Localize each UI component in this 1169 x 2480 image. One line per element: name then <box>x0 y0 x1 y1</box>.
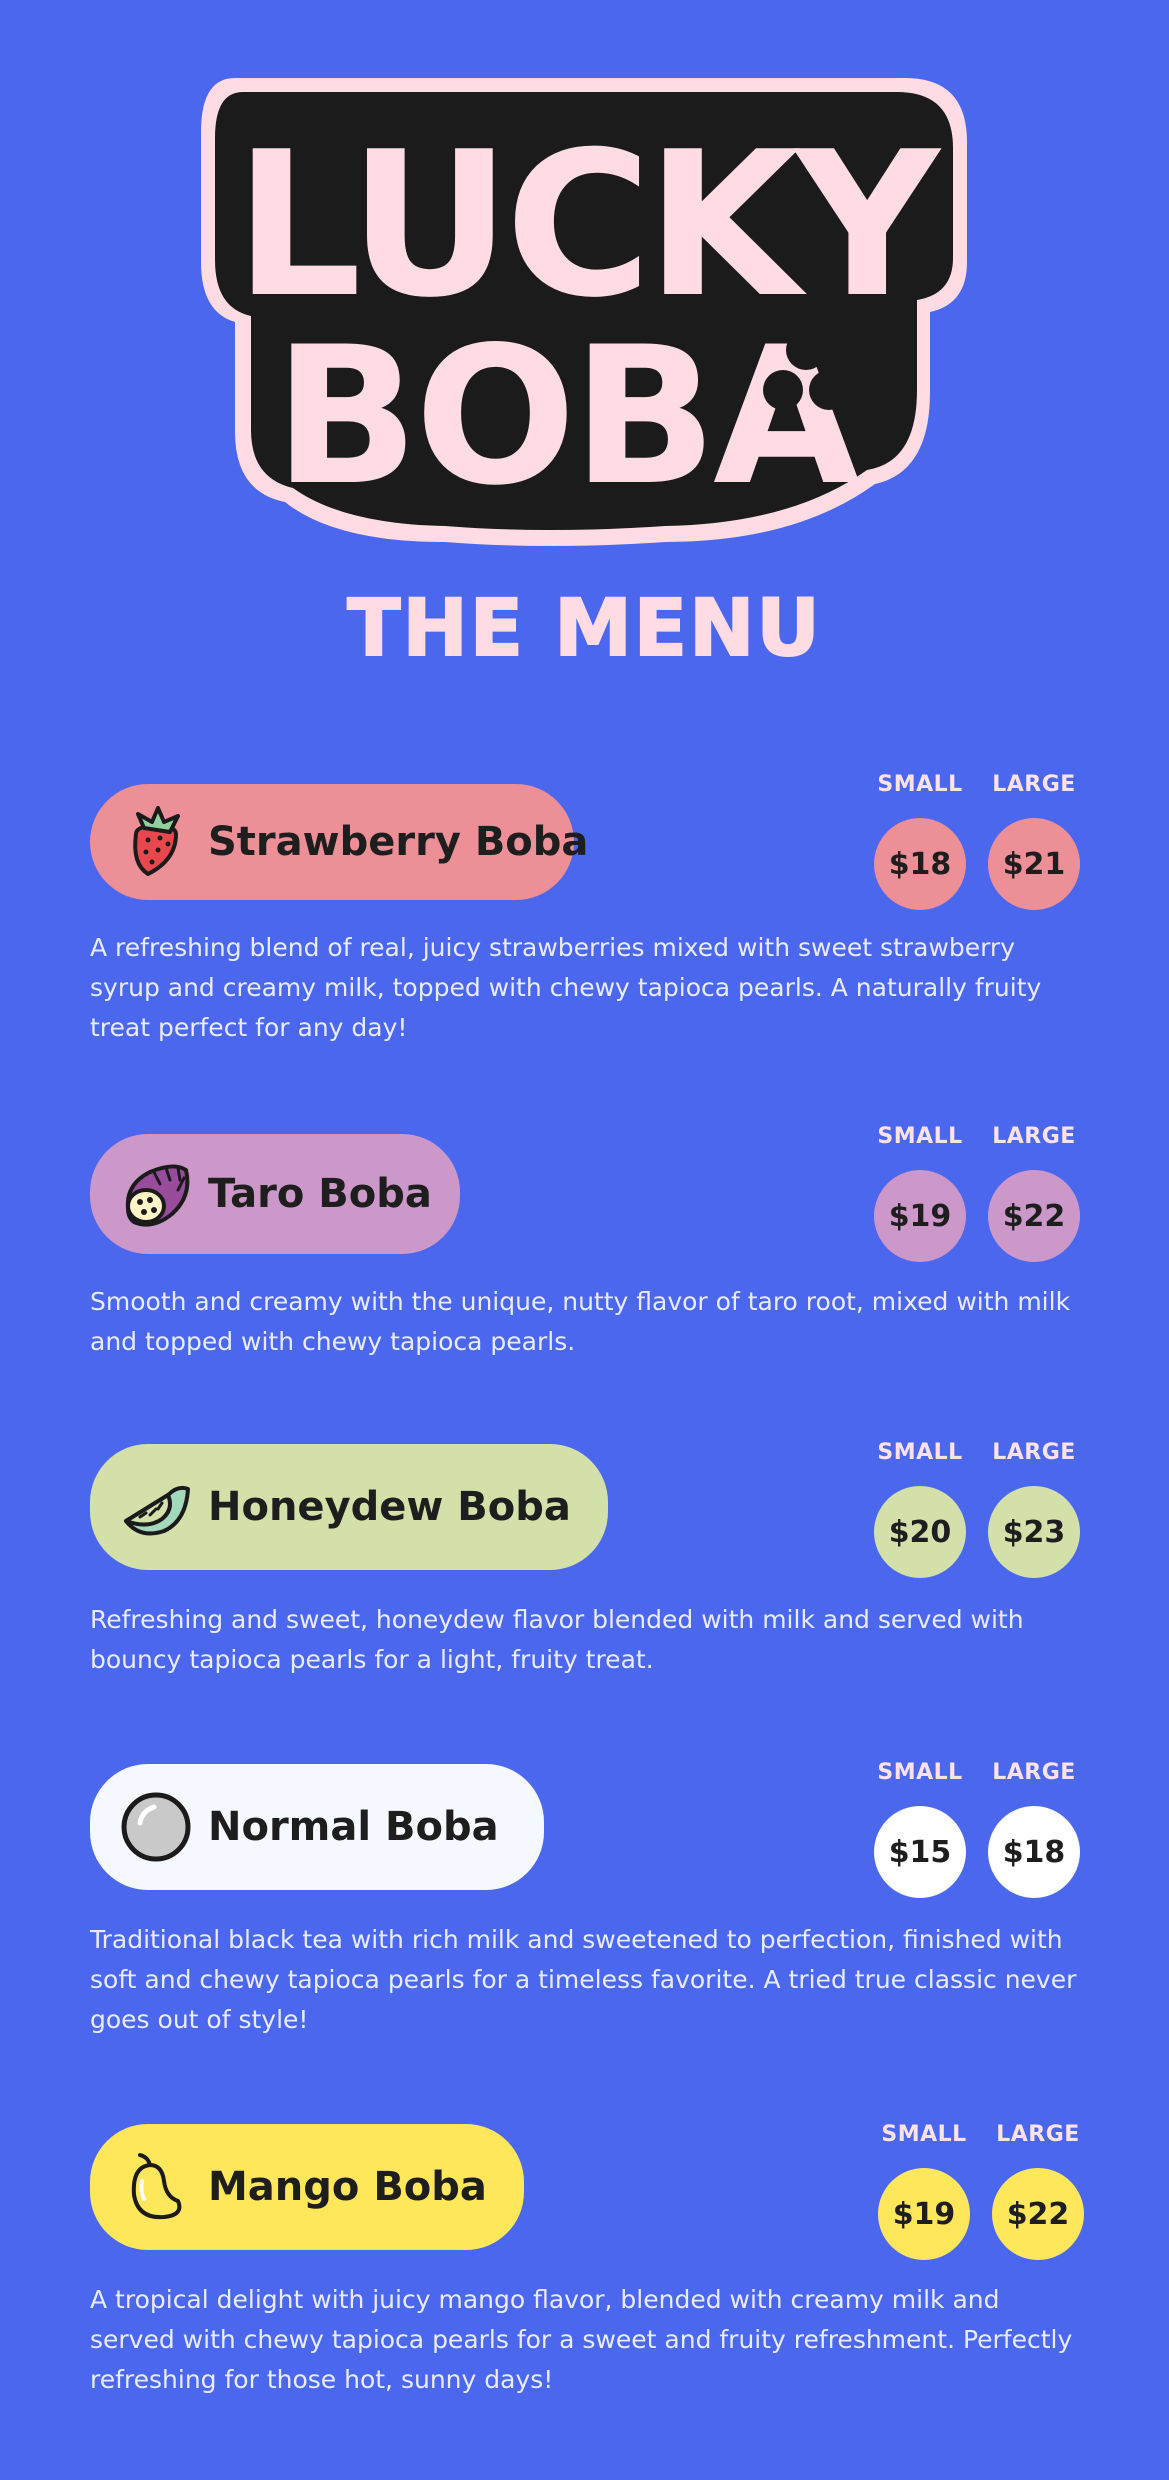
strawberry-icon <box>118 804 194 880</box>
price-large: $22 <box>992 2168 1084 2260</box>
price-small: $15 <box>874 1806 966 1898</box>
size-label-large: LARGE <box>996 2122 1080 2147</box>
price-group: SMALL LARGE $20 $23 <box>874 1440 1080 1580</box>
price-large: $22 <box>988 1170 1080 1262</box>
item-name: Normal Boba <box>208 1804 499 1850</box>
honeydew-icon <box>118 1469 194 1545</box>
size-label-small: SMALL <box>877 1760 963 1785</box>
price-group: SMALL LARGE $19 $22 <box>878 2122 1084 2262</box>
size-label-small: SMALL <box>877 772 963 797</box>
price-small: $19 <box>874 1170 966 1262</box>
price-small: $19 <box>878 2168 970 2260</box>
item-description: Traditional black tea with rich milk and… <box>90 1925 1077 2034</box>
item-name-pill: Taro Boba <box>90 1134 460 1254</box>
price-large: $18 <box>988 1806 1080 1898</box>
price-small: $18 <box>874 818 966 910</box>
item-name-pill: Normal Boba <box>90 1764 544 1890</box>
lucky-boba-logo: LUCKY BOBA <box>195 72 973 554</box>
logo-line2: BOBA <box>274 306 860 527</box>
size-label-small: SMALL <box>877 1440 963 1465</box>
item-description: Smooth and creamy with the unique, nutty… <box>90 1287 1071 1356</box>
size-label-large: LARGE <box>992 1760 1076 1785</box>
item-description: A refreshing blend of real, juicy strawb… <box>90 933 1042 1042</box>
price-group: SMALL LARGE $18 $21 <box>874 772 1080 912</box>
item-name: Honeydew Boba <box>208 1484 571 1530</box>
item-name: Strawberry Boba <box>208 819 589 865</box>
boba-pearl-icon <box>118 1789 194 1865</box>
price-large: $23 <box>988 1486 1080 1578</box>
price-large: $21 <box>988 818 1080 910</box>
size-label-large: LARGE <box>992 1124 1076 1149</box>
menu-title: THE MENU <box>346 583 822 675</box>
size-label-small: SMALL <box>877 1124 963 1149</box>
item-name: Taro Boba <box>208 1171 432 1217</box>
price-group: SMALL LARGE $15 $18 <box>874 1760 1080 1900</box>
item-description: A tropical delight with juicy mango flav… <box>90 2285 1073 2394</box>
mango-icon <box>118 2149 194 2225</box>
price-small: $20 <box>874 1486 966 1578</box>
item-description: Refreshing and sweet, honeydew flavor bl… <box>90 1605 1024 1674</box>
size-label-small: SMALL <box>881 2122 967 2147</box>
item-name-pill: Mango Boba <box>90 2124 524 2250</box>
taro-icon <box>118 1156 194 1232</box>
price-group: SMALL LARGE $19 $22 <box>874 1124 1080 1264</box>
item-name-pill: Honeydew Boba <box>90 1444 608 1570</box>
item-name: Mango Boba <box>208 2164 487 2210</box>
size-label-large: LARGE <box>992 772 1076 797</box>
size-label-large: LARGE <box>992 1440 1076 1465</box>
item-name-pill: Strawberry Boba <box>90 784 588 900</box>
